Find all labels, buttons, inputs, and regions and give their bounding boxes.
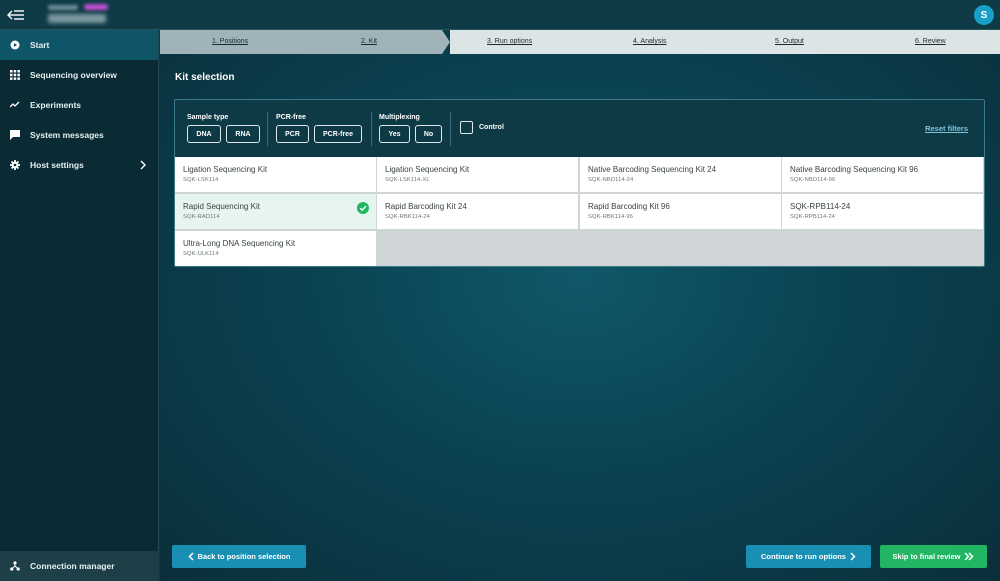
back-button-label: Back to position selection [197, 552, 291, 561]
filter-divider [371, 112, 372, 146]
kit-card[interactable]: Ligation Sequencing Kit SQK-LSK114-XL [377, 157, 579, 193]
kit-name: Native Barcoding Sequencing Kit 24 [588, 165, 717, 174]
continue-to-run-options-button[interactable]: Continue to run options [746, 545, 871, 568]
chevron-left-icon [187, 552, 194, 561]
sidebar-item-label: Start [30, 40, 50, 50]
filter-pcr-button[interactable]: PCR [276, 125, 309, 143]
top-bar: S [0, 0, 1000, 30]
trend-icon [10, 100, 20, 110]
filter-label: Multiplexing [379, 114, 420, 121]
kit-card[interactable]: Rapid Barcoding Kit 96 SQK-RBK114-96 [580, 194, 782, 230]
sidebar-item-sequencing-overview[interactable]: Sequencing overview [0, 60, 158, 90]
kit-code: SQK-RPB114-24 [790, 214, 836, 220]
filter-divider [450, 112, 451, 146]
kit-card[interactable]: Native Barcoding Sequencing Kit 96 SQK-N… [782, 157, 984, 193]
kit-name: Native Barcoding Sequencing Kit 96 [790, 165, 919, 174]
skip-button-label: Skip to final review [892, 552, 961, 561]
step-review[interactable]: 6. Review [915, 38, 946, 45]
step-positions[interactable]: 1. Positions [212, 38, 248, 45]
step-output[interactable]: 5. Output [775, 38, 804, 45]
kit-card[interactable]: Ligation Sequencing Kit SQK-LSK114 [175, 157, 377, 193]
filter-label: PCR-free [276, 114, 306, 121]
network-icon [10, 561, 20, 571]
filter-group-multiplexing: Multiplexing Yes No [379, 114, 442, 143]
kit-name: Rapid Barcoding Kit 24 [385, 202, 467, 211]
kit-card[interactable]: Rapid Barcoding Kit 24 SQK-RBK114-24 [377, 194, 579, 230]
user-avatar[interactable]: S [974, 5, 994, 25]
sidebar-item-experiments[interactable]: Experiments [0, 90, 158, 120]
control-label: Control [479, 124, 504, 131]
filter-group-pcr-free: PCR-free PCR PCR-free [276, 114, 362, 143]
filter-no-button[interactable]: No [415, 125, 442, 143]
sidebar-item-label: Sequencing overview [30, 70, 117, 80]
kit-name: Ligation Sequencing Kit [385, 165, 470, 174]
play-circle-icon [10, 40, 20, 50]
filter-divider [267, 112, 268, 146]
sidebar-item-system-messages[interactable]: System messages [0, 120, 158, 150]
kit-card[interactable]: Ultra-Long DNA Sequencing Kit SQK-ULK114 [175, 231, 377, 266]
kit-card[interactable]: SQK-RPB114-24 SQK-RPB114-24 [782, 194, 984, 230]
kit-selection-panel: Sample type DNA RNA PCR-free PCR PCR-fre… [174, 99, 985, 267]
kit-code: SQK-RBK114-24 [385, 214, 431, 220]
kit-name: Rapid Barcoding Kit 96 [588, 202, 670, 211]
filter-label: Sample type [187, 114, 229, 121]
sidebar-item-label: System messages [30, 130, 104, 140]
step-analysis[interactable]: 4. Analysis [633, 38, 666, 45]
skip-to-final-review-button[interactable]: Skip to final review [880, 545, 987, 568]
connection-manager-label: Connection manager [30, 561, 115, 571]
chevron-right-icon [850, 552, 856, 561]
page-title: Kit selection [175, 72, 235, 83]
filter-yes-button[interactable]: Yes [379, 125, 410, 143]
filter-pcr-free-button[interactable]: PCR-free [314, 125, 362, 143]
menu-toggle-icon[interactable] [6, 6, 26, 24]
filter-group-sample-type: Sample type DNA RNA [187, 114, 260, 143]
filter-dna-button[interactable]: DNA [187, 125, 221, 143]
control-checkbox[interactable]: Control [460, 121, 504, 134]
step-kit[interactable]: 2. Kit [361, 38, 377, 45]
continue-button-label: Continue to run options [761, 552, 846, 561]
sidebar-item-label: Experiments [30, 100, 82, 110]
kit-name: Ligation Sequencing Kit [183, 165, 268, 174]
sidebar: Start Sequencing overview Experiments Sy… [0, 30, 159, 581]
kit-code: SQK-ULK114 [183, 251, 219, 257]
kit-code: SQK-LSK114 [183, 177, 219, 183]
message-icon [10, 130, 20, 140]
connection-manager-button[interactable]: Connection manager [0, 551, 159, 581]
grid-icon [10, 70, 20, 80]
chevron-right-icon [140, 160, 146, 172]
filter-rna-button[interactable]: RNA [226, 125, 260, 143]
sidebar-item-host-settings[interactable]: Host settings [0, 150, 158, 180]
kit-card-selected[interactable]: Rapid Sequencing Kit SQK-RAD114 [175, 194, 377, 230]
sidebar-item-start[interactable]: Start [0, 30, 158, 60]
kit-code: SQK-RAD114 [183, 214, 220, 220]
wizard-stepper: 1. Positions 2. Kit 3. Run options 4. An… [160, 30, 1000, 54]
kit-filters: Sample type DNA RNA PCR-free PCR PCR-fre… [175, 100, 984, 157]
main-content: 1. Positions 2. Kit 3. Run options 4. An… [160, 30, 1000, 581]
kit-code: SQK-NBD114-24 [588, 177, 634, 183]
kit-code: SQK-LSK114-XL [385, 177, 430, 183]
step-run-options[interactable]: 3. Run options [487, 38, 532, 45]
reset-filters-link[interactable]: Reset filters [925, 124, 968, 133]
gear-icon [10, 160, 20, 170]
kit-code: SQK-RBK114-96 [588, 214, 634, 220]
sidebar-item-label: Host settings [30, 160, 84, 170]
kit-name: Rapid Sequencing Kit [183, 202, 260, 211]
double-chevron-right-icon [964, 552, 975, 561]
kit-name: Ultra-Long DNA Sequencing Kit [183, 239, 296, 248]
kit-name: SQK-RPB114-24 [790, 202, 851, 211]
kit-code: SQK-NBD114-96 [790, 177, 836, 183]
check-circle-icon [357, 201, 369, 214]
back-to-position-selection-button[interactable]: Back to position selection [172, 545, 306, 568]
device-name-blurred [48, 4, 108, 23]
kit-card[interactable]: Native Barcoding Sequencing Kit 24 SQK-N… [580, 157, 782, 193]
checkbox-icon[interactable] [460, 121, 473, 134]
stepper-completed-band [160, 30, 442, 54]
stepper-arrow-icon [442, 30, 450, 54]
